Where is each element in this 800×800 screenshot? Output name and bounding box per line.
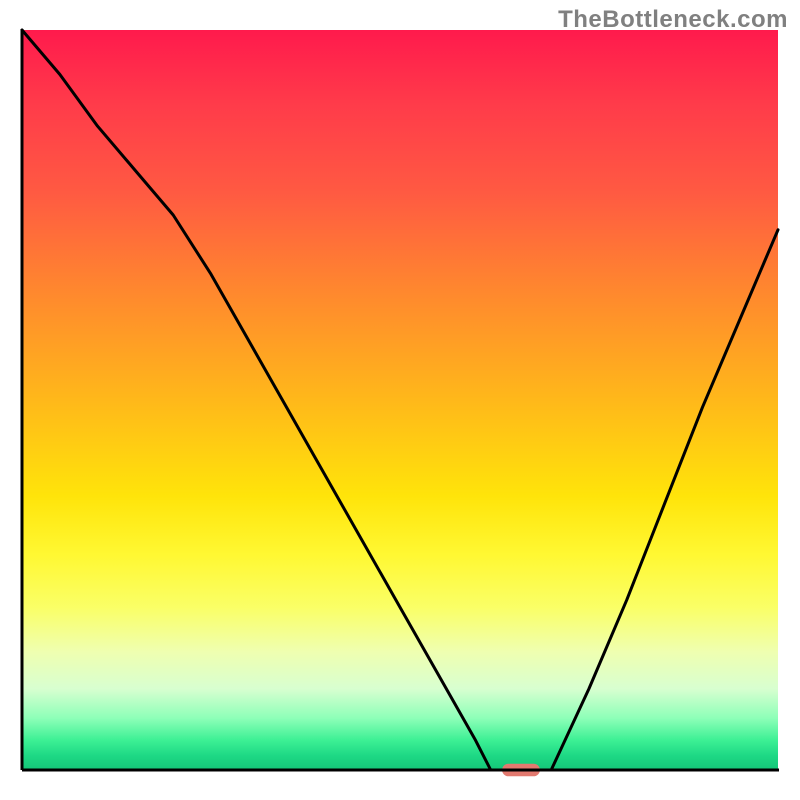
chart-axes: [22, 30, 778, 770]
chart-container: TheBottleneck.com: [0, 0, 800, 800]
watermark-text: TheBottleneck.com: [558, 6, 788, 34]
